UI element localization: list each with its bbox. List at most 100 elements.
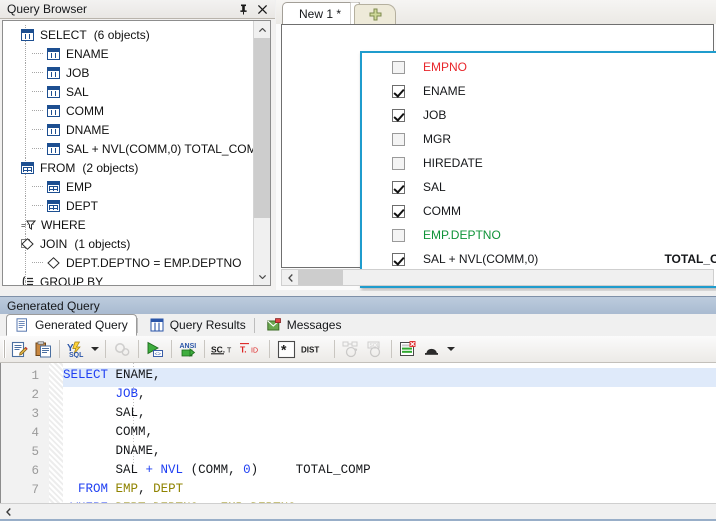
overflow-button[interactable] [444, 337, 457, 361]
tree-guide [25, 63, 26, 82]
column-checkbox[interactable] [392, 132, 405, 146]
svg-text:T.: T. [240, 345, 247, 355]
add-tab-button[interactable] [354, 4, 396, 24]
tree-item-ename[interactable]: ENAME [3, 44, 255, 63]
tree-scroll-thumb[interactable] [254, 38, 270, 218]
tree-guide [25, 44, 26, 63]
svg-text:SQL: SQL [69, 352, 84, 358]
schema-prefix-button[interactable]: SC. T [209, 337, 237, 361]
tree-item-dname[interactable]: DNAME [3, 120, 255, 139]
tab-query-results[interactable]: Query Results [142, 314, 254, 336]
code-token: SELECT [63, 368, 109, 382]
svg-text:ID: ID [251, 348, 258, 355]
column-checkbox[interactable] [392, 204, 405, 218]
chevron-left-icon[interactable] [282, 270, 298, 285]
column-checkbox[interactable] [392, 252, 405, 266]
query-browser-title: Query Browser [7, 2, 88, 16]
sql-format-button[interactable]: Y SQL [64, 337, 88, 361]
tree-item-sal-nvl-comm-0-total-comp[interactable]: SAL + NVL(COMM,0) TOTAL_COMP [3, 139, 255, 158]
column-checkbox[interactable] [392, 60, 405, 74]
code-line: SELECT ENAME, [63, 368, 716, 387]
refresh-sql-button[interactable]: SQL [363, 337, 387, 361]
column-checkbox[interactable] [392, 108, 405, 122]
designer-canvas[interactable]: EMPNO ENAME JOB MGR HIREDATE SAL COMM EMP.DEPTN… [281, 24, 716, 288]
column-checkbox[interactable] [392, 84, 405, 98]
refresh-diagram-button[interactable] [339, 337, 363, 361]
paste-query-button[interactable] [31, 337, 55, 361]
connection-button[interactable] [420, 337, 444, 361]
column-checkbox[interactable] [392, 228, 405, 242]
column-row[interactable]: ENAME [362, 79, 716, 103]
tree-item-job[interactable]: JOB [3, 63, 255, 82]
toolbar-separator [204, 340, 205, 358]
tree-item-dept-deptno-emp-deptno[interactable]: DEPT.DEPTNO = EMP.DEPTNO [3, 253, 255, 272]
tree-guide [25, 120, 26, 139]
sql-format-dropdown[interactable] [88, 337, 101, 361]
toolbar-separator [171, 340, 172, 358]
tab-separator [253, 318, 255, 333]
legend-button[interactable] [396, 337, 420, 361]
tree-item-comm[interactable]: COMM [3, 101, 255, 120]
table-icon [47, 180, 60, 193]
tree-item-count: (6 objects) [93, 27, 150, 42]
table-alias-button[interactable]: T. ID [237, 337, 265, 361]
tree-item-dept[interactable]: DEPT [3, 196, 255, 215]
tree-item-label: SAL + NVL(COMM,0) TOTAL_COMP [66, 141, 255, 156]
column-row[interactable]: JOB [362, 103, 716, 127]
sql-editor[interactable]: 12345678 SELECT ENAME, JOB, SAL, COMM, D… [0, 363, 716, 516]
svg-text:SC.: SC. [211, 345, 225, 355]
designer-tab-new-1[interactable]: New 1 * [282, 2, 364, 25]
column-row[interactable]: SAL + NVL(COMM,0) TOTAL_COMP [362, 247, 716, 271]
tree-item-emp[interactable]: EMP [3, 177, 255, 196]
column-row[interactable]: COMM [362, 199, 716, 223]
join-diamond-icon [21, 237, 34, 250]
table-column-selector[interactable]: EMPNO ENAME JOB MGR HIREDATE SAL COMM EMP.DEPTN… [360, 51, 716, 288]
scroll-up-icon[interactable] [254, 21, 270, 38]
designer-scroll-thumb[interactable] [298, 270, 343, 285]
tree-item-from[interactable]: FROM (2 objects) [3, 158, 255, 177]
tree-guide [25, 177, 26, 196]
column-row[interactable]: MGR [362, 127, 716, 151]
close-icon[interactable] [257, 4, 268, 15]
line-number: 1 [31, 369, 39, 383]
svg-text:=: = [21, 221, 26, 230]
tab-label: Query Results [169, 318, 246, 332]
tab-messages[interactable]: Messages [259, 314, 350, 336]
distinct-button[interactable]: DIST [298, 337, 330, 361]
tree-item-where[interactable]: = WHERE [3, 215, 255, 234]
tree-item-sal[interactable]: SAL [3, 82, 255, 101]
editor-horizontal-scrollbar[interactable] [0, 503, 716, 519]
tree-item-group-by[interactable]: GROUP BY [3, 272, 255, 285]
editor-code-area[interactable]: SELECT ENAME, JOB, SAL, COMM, DNAME, SAL… [63, 363, 716, 515]
tree-vertical-scrollbar[interactable] [253, 21, 270, 285]
column-row[interactable]: EMP.DEPTNO [362, 223, 716, 247]
svg-text:ANSI: ANSI [179, 343, 196, 350]
pin-icon[interactable] [238, 4, 249, 15]
column-checkbox[interactable] [392, 156, 405, 170]
column-row[interactable]: SAL [362, 175, 716, 199]
execute-button[interactable]: <> [143, 337, 167, 361]
line-number: 2 [31, 388, 39, 402]
query-browser-tree[interactable]: SELECT (6 objects) ENAME JOB SAL COMM DNAME SAL… [3, 21, 255, 285]
tree-item-select[interactable]: SELECT (6 objects) [3, 25, 255, 44]
tab-generated-query[interactable]: Generated Query [6, 314, 137, 336]
settings-button[interactable] [110, 337, 134, 361]
scroll-down-icon[interactable] [254, 268, 270, 285]
code-line: SAL, [63, 406, 716, 425]
tree-item-label: DEPT [66, 198, 99, 213]
column-row[interactable]: EMPNO [362, 55, 716, 79]
table-icon [47, 199, 60, 212]
toolbar-grip[interactable] [3, 340, 6, 358]
tree-item-label: WHERE [41, 217, 86, 232]
column-row[interactable]: HIREDATE [362, 151, 716, 175]
edit-query-button[interactable] [7, 337, 31, 361]
column-checkbox[interactable] [392, 180, 405, 194]
column-name: EMP.DEPTNO [423, 228, 501, 242]
designer-horizontal-scrollbar[interactable] [281, 269, 714, 286]
chevron-left-icon[interactable] [0, 504, 16, 519]
plus-icon [369, 8, 382, 21]
editor-change-bar [49, 363, 63, 503]
ansi-join-button[interactable]: ANSI [176, 337, 200, 361]
tree-item-join[interactable]: JOIN (1 objects) [3, 234, 255, 253]
select-star-button[interactable]: * [274, 337, 298, 361]
